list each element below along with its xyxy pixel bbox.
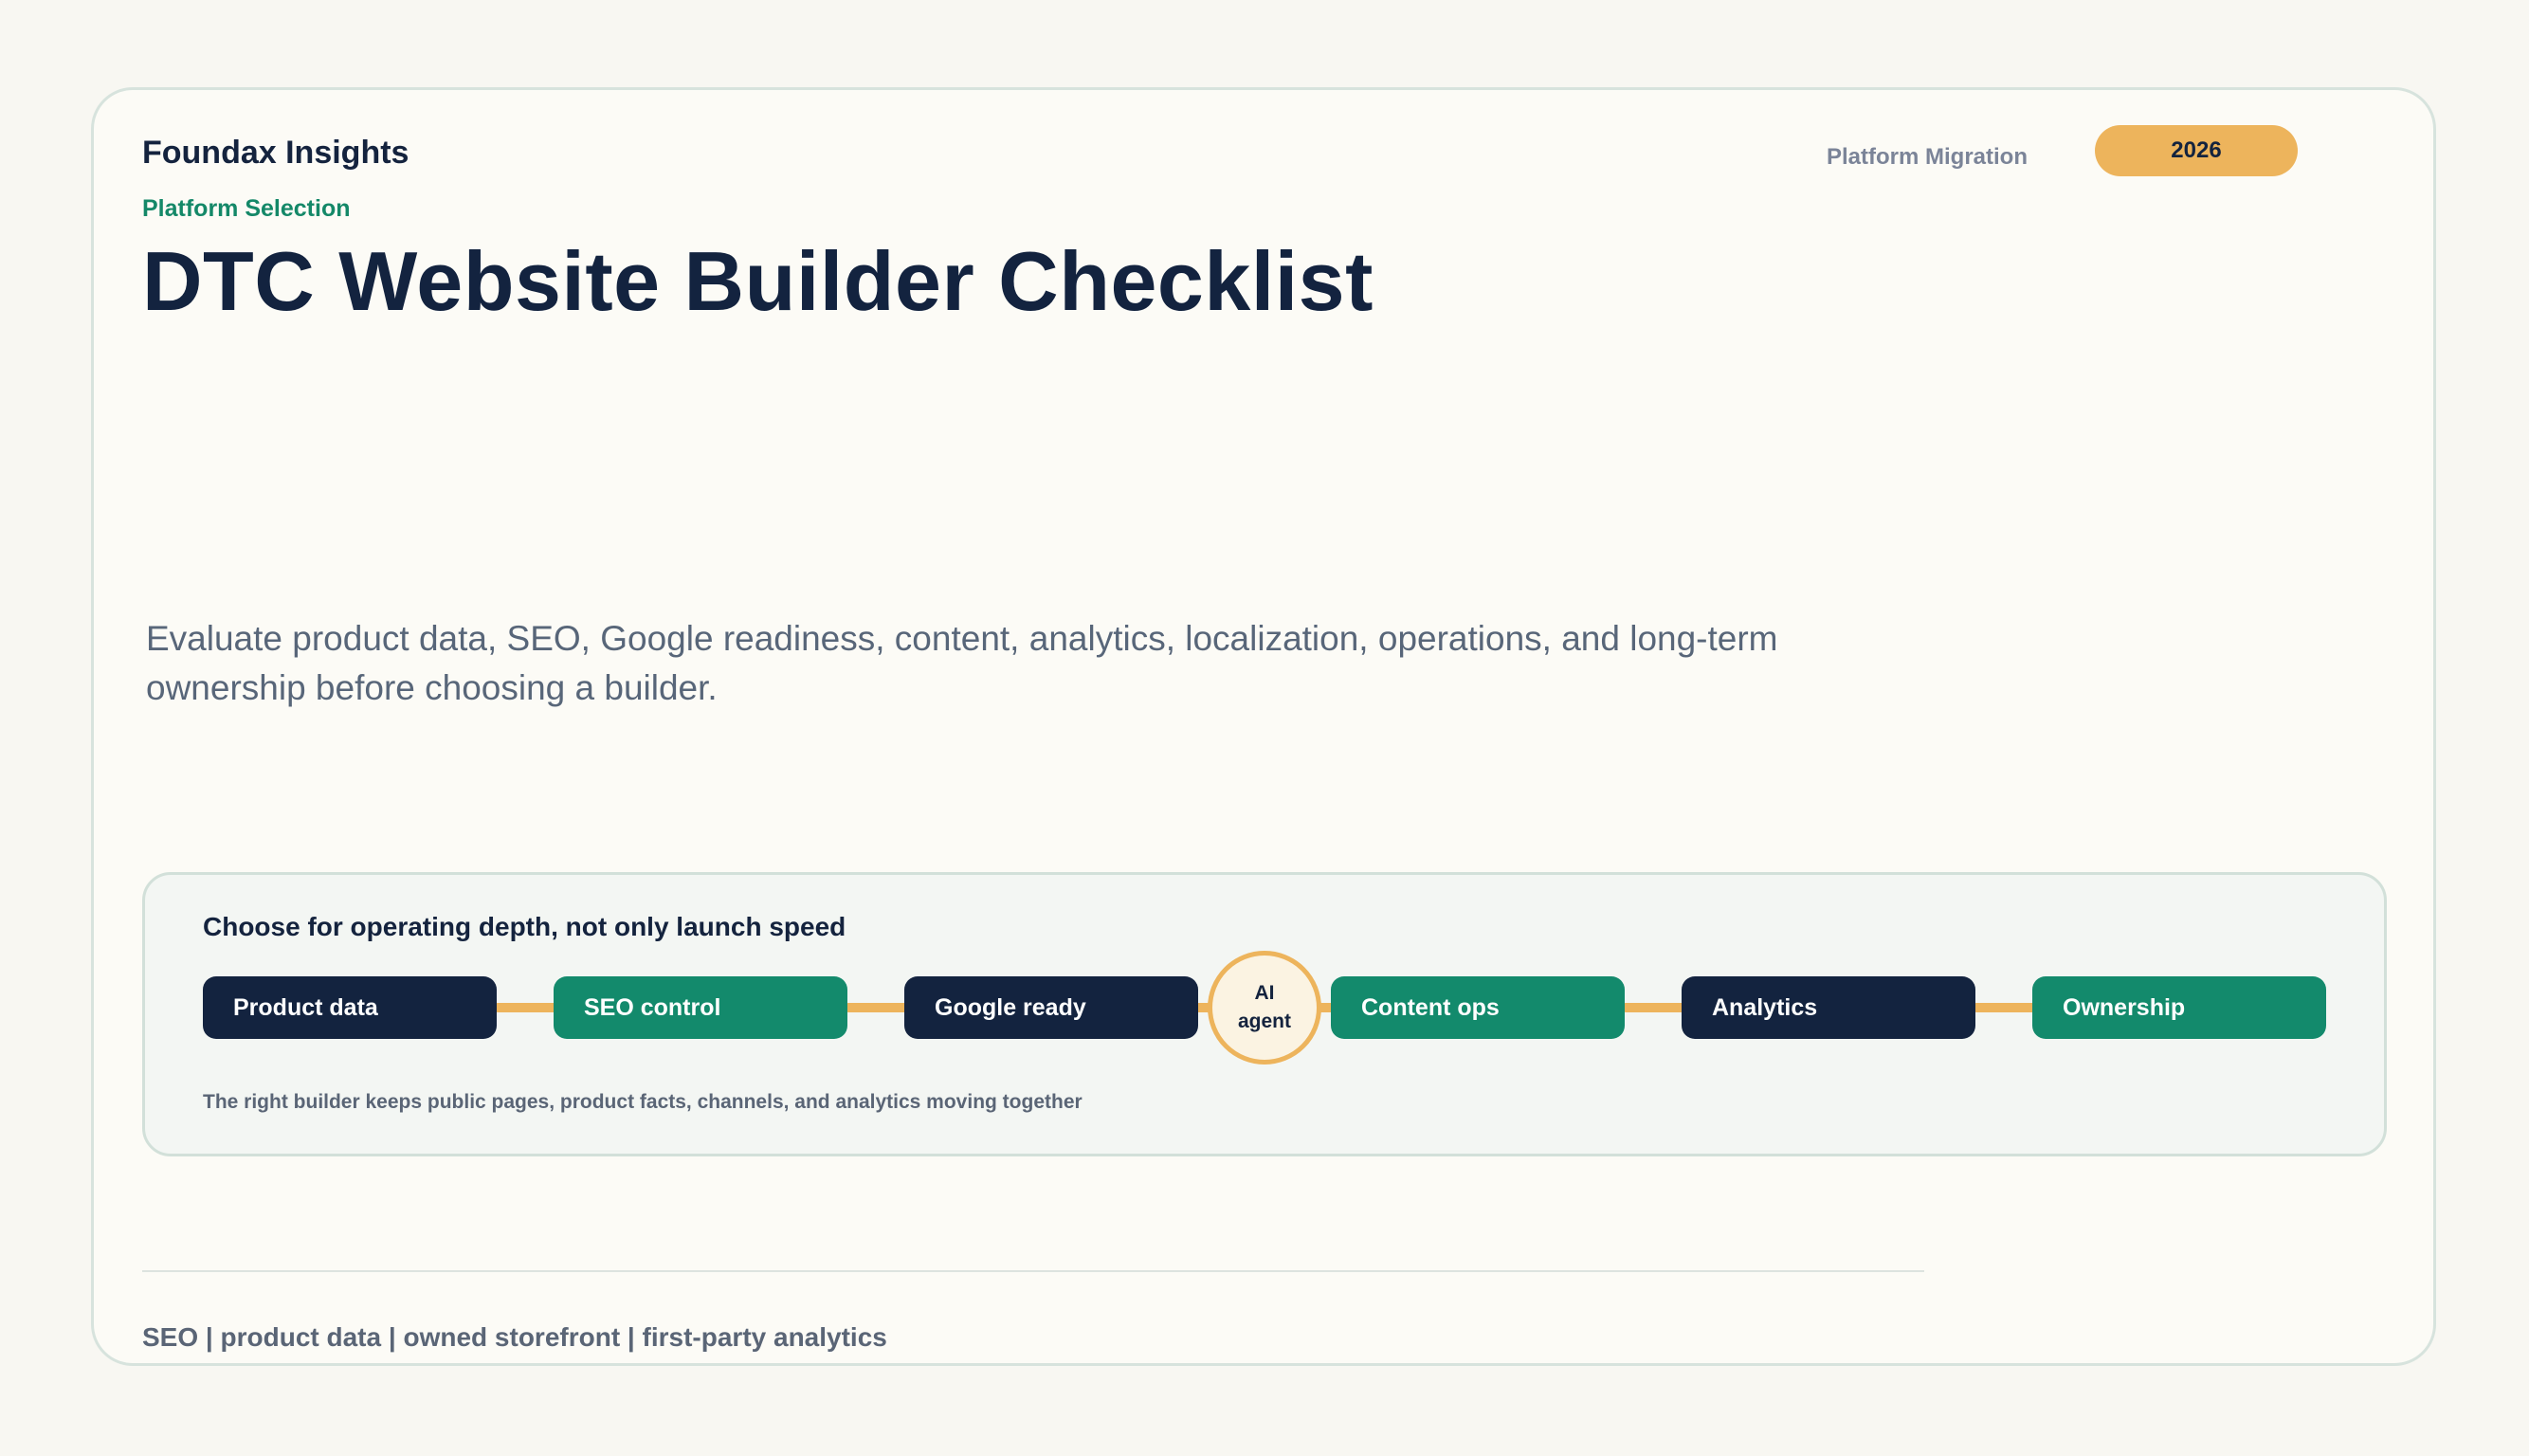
ai-agent-hub: AI agent: [1208, 951, 1321, 1065]
step-product-data: Product data: [203, 976, 497, 1039]
ai-agent-label-line1: AI: [1254, 982, 1275, 1004]
step-google-ready: Google ready: [904, 976, 1198, 1039]
ai-agent-label-line2: agent: [1237, 1010, 1291, 1032]
step-content-ops: Content ops: [1331, 976, 1625, 1039]
footer-tags: SEO | product data | owned storefront | …: [142, 1322, 887, 1352]
flow-connector: [1972, 1003, 2038, 1012]
flow-connector: [1621, 1003, 1687, 1012]
flow-connector: [493, 1003, 559, 1012]
flow-title: Choose for operating depth, not only lau…: [203, 912, 846, 941]
section-kicker: Platform Selection: [142, 195, 351, 222]
step-ownership: Ownership: [2032, 976, 2326, 1039]
flow-connector: [844, 1003, 910, 1012]
step-analytics: Analytics: [1682, 976, 1975, 1039]
step-seo-control: SEO control: [554, 976, 847, 1039]
footer-divider: [142, 1270, 1924, 1272]
description-text: Evaluate product data, SEO, Google readi…: [146, 619, 1778, 707]
flow-note: The right builder keeps public pages, pr…: [203, 1091, 1083, 1113]
brand-name: Foundax Insights: [142, 135, 409, 171]
year-badge: 2026: [2095, 125, 2298, 176]
page-title: DTC Website Builder Checklist: [142, 234, 1374, 328]
category-label: Platform Migration: [1827, 144, 2029, 170]
